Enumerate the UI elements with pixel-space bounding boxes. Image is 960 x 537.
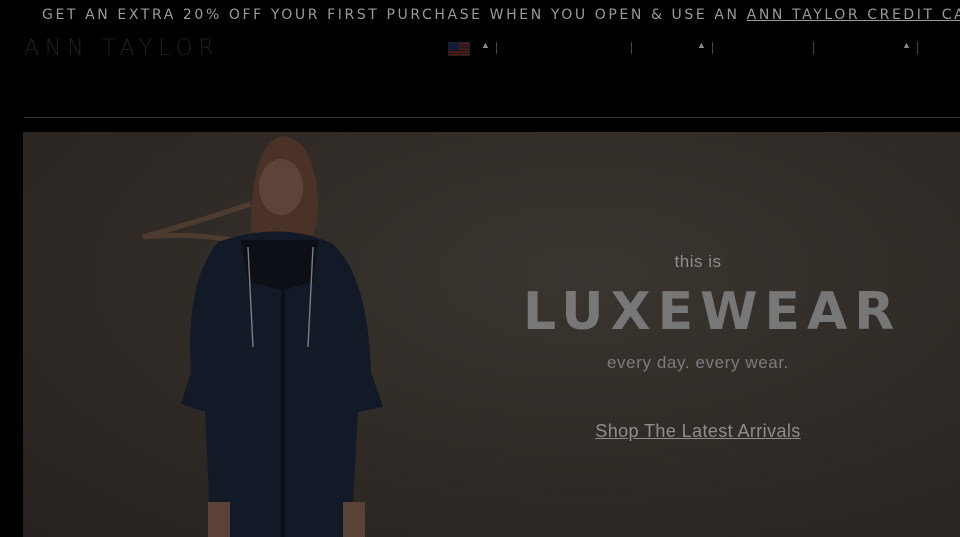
chevron-up-icon[interactable]: ▲: [481, 40, 490, 50]
hero-banner[interactable]: this is LUXEWEAR every day. every wear. …: [23, 132, 960, 537]
divider: [813, 42, 814, 54]
chevron-up-icon[interactable]: ▲: [902, 40, 911, 50]
shop-latest-arrivals-link[interactable]: Shop The Latest Arrivals: [523, 421, 873, 442]
chevron-up-icon[interactable]: ▲: [697, 40, 706, 50]
hero-tagline: every day. every wear.: [606, 353, 789, 372]
brand-logo[interactable]: ANN TAYLOR: [24, 36, 220, 61]
nav-divider: [24, 117, 960, 118]
divider: [712, 42, 713, 54]
promo-text: GET AN EXTRA 20% OFF YOUR FIRST PURCHASE…: [42, 7, 740, 23]
model-image: [142, 136, 383, 537]
credit-card-link[interactable]: ANN TAYLOR CREDIT CARD: [747, 7, 960, 23]
promo-banner: GET AN EXTRA 20% OFF YOUR FIRST PURCHASE…: [0, 0, 960, 30]
utility-nav: ▲ ▲ ▲: [448, 38, 960, 60]
left-gutter: [0, 118, 23, 537]
divider: [496, 42, 497, 54]
us-flag-icon[interactable]: [448, 42, 470, 56]
divider: [917, 42, 918, 54]
hero-headline: LUXEWEAR: [523, 282, 902, 342]
divider: [631, 42, 632, 54]
hero-eyebrow: this is: [674, 252, 722, 271]
